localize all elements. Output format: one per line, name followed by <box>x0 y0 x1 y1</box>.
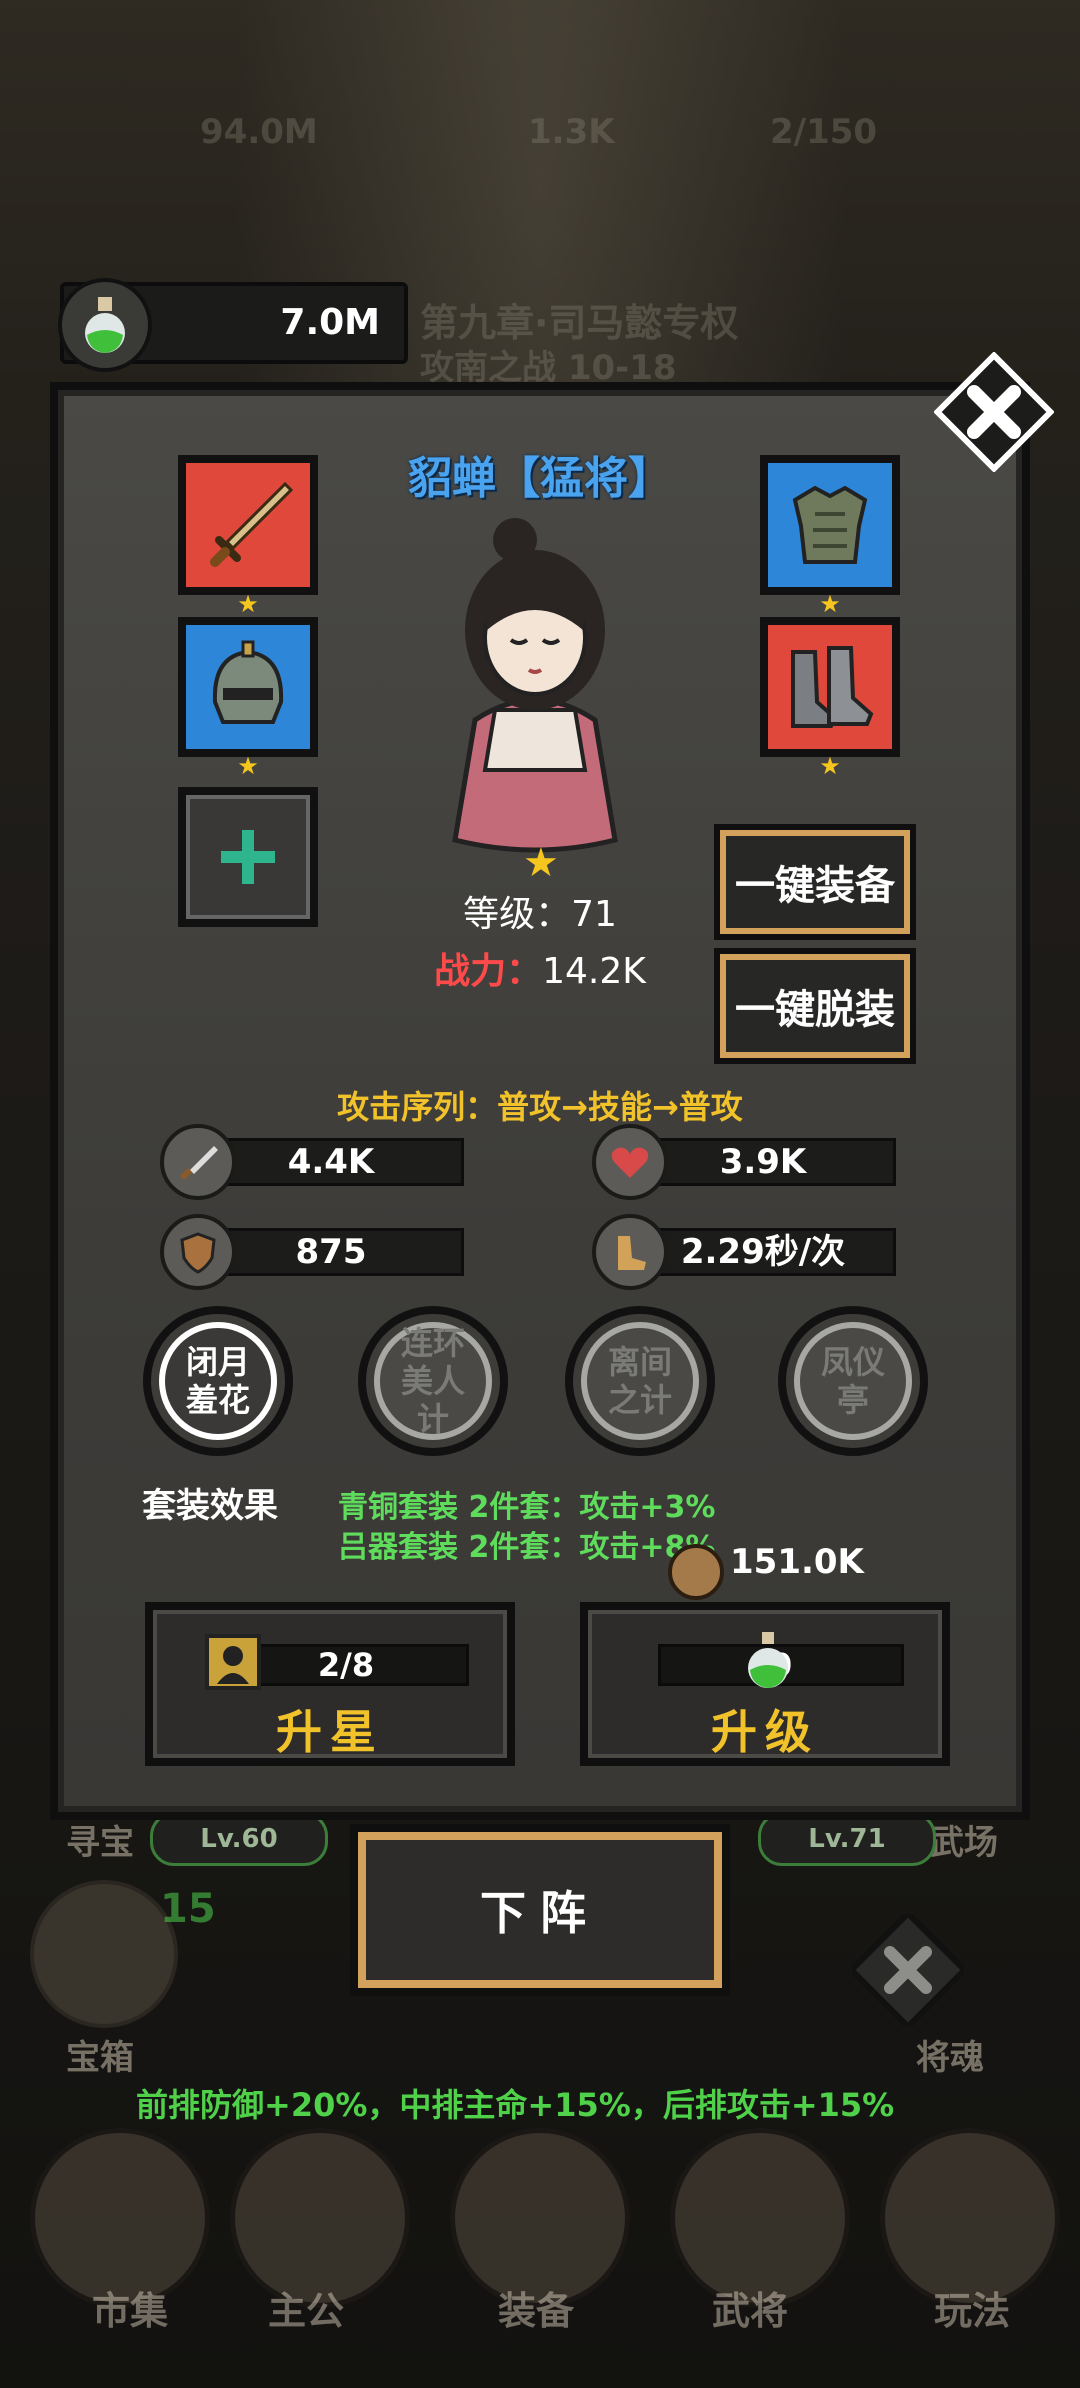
hero-power: 战力：14.2K <box>380 942 700 994</box>
level-up-button[interactable]: 0 升级 <box>580 1602 950 1766</box>
skill-1[interactable]: 闭月 羞花 <box>143 1306 293 1456</box>
bg-arena-label: 武场 <box>930 1823 998 1863</box>
unequip-all-button[interactable]: 一键脱装 <box>714 948 916 1064</box>
weapon-slot[interactable]: ★ <box>178 455 318 617</box>
chest-count: 15 <box>160 1886 216 1932</box>
close-icon <box>933 351 1055 473</box>
set-effect-line-1: 青铜套装 2件套：攻击+3% <box>338 1490 716 1525</box>
bg-treasure-label: 寻宝 <box>66 1823 134 1863</box>
attack-sequence: 攻击序列：普攻→技能→普攻 <box>337 1088 743 1126</box>
nav-market[interactable]: 市集 <box>50 2280 210 2335</box>
potion-icon <box>58 278 152 372</box>
sword-icon <box>210 481 294 567</box>
close-button[interactable] <box>933 351 1055 473</box>
potion-value: 7.0M <box>280 302 380 343</box>
formation-bonus: 前排防御+20%，中排主命+15%，后排攻击+15% <box>136 2086 895 2124</box>
bg-level-right: Lv.71 <box>758 1812 936 1866</box>
bg-level-left: Lv.60 <box>150 1812 328 1866</box>
defense-stat: 875 <box>160 1214 464 1290</box>
star-icon: ★ <box>819 752 841 780</box>
nav-play[interactable]: 玩法 <box>892 2280 1052 2335</box>
nav-lord[interactable]: 主公 <box>226 2280 386 2335</box>
hp-stat: 3.9K <box>592 1124 896 1200</box>
helmet-slot[interactable]: ★ <box>178 617 318 779</box>
power-value: 14.2K <box>542 951 646 992</box>
boots-icon <box>791 646 874 728</box>
plus-icon <box>221 830 275 884</box>
heart-icon <box>592 1124 668 1200</box>
boots-slot[interactable]: ★ <box>760 617 900 779</box>
helmet-icon <box>212 640 284 724</box>
skill-3[interactable]: 离间 之计 <box>565 1306 715 1456</box>
hero-name: 貂蝉【猛将】 <box>408 453 672 504</box>
attack-value: 4.4K <box>198 1138 464 1186</box>
skill-2[interactable]: 连环 美人 计 <box>358 1306 508 1456</box>
bg-close-icon[interactable] <box>847 1909 969 2031</box>
hero-shard-icon <box>203 1632 263 1692</box>
hp-value: 3.9K <box>630 1138 896 1186</box>
speed-stat: 2.29秒/次 <box>592 1214 896 1290</box>
sword-stat-icon <box>160 1124 236 1200</box>
accessory-slot-empty[interactable] <box>178 787 318 927</box>
potion-material-icon <box>738 1630 798 1690</box>
power-label: 战力： <box>434 951 543 992</box>
star-icon: ★ <box>819 590 841 618</box>
armor-icon <box>792 485 868 564</box>
skill-4[interactable]: 凤仪 亭 <box>778 1306 928 1456</box>
boot-speed-icon <box>592 1214 668 1290</box>
attack-stat: 4.4K <box>160 1124 464 1200</box>
set-effect-line-2: 吕器套装 2件套：攻击+8% <box>338 1530 716 1565</box>
star-up-label: 升星 <box>276 1705 384 1759</box>
armor-slot[interactable]: ★ <box>760 455 900 617</box>
hero-level: 等级：71 <box>463 894 617 935</box>
leave-formation-button[interactable]: 下阵 <box>350 1824 730 1996</box>
soul-label: 将魂 <box>916 2038 984 2078</box>
defense-value: 875 <box>198 1228 464 1276</box>
chest-icon[interactable] <box>30 1880 178 2028</box>
nav-general[interactable]: 武将 <box>670 2280 830 2335</box>
hero-portrait: ★ <box>415 510 655 886</box>
skill-4-label: 凤仪 亭 <box>794 1322 912 1440</box>
skill-2-label: 连环 美人 计 <box>374 1322 492 1440</box>
hero-star-icon: ★ <box>523 840 559 886</box>
coin-value: 151.0K <box>730 1542 864 1582</box>
equip-all-button[interactable]: 一键装备 <box>714 824 916 940</box>
coin-icon <box>668 1544 724 1600</box>
shield-icon <box>160 1214 236 1290</box>
skill-3-label: 离间 之计 <box>581 1322 699 1440</box>
set-effect-label: 套装效果 <box>142 1486 278 1526</box>
speed-value: 2.29秒/次 <box>630 1228 896 1276</box>
star-up-button[interactable]: 2/8 升星 <box>145 1602 515 1766</box>
star-icon: ★ <box>237 752 259 780</box>
star-icon: ★ <box>237 590 259 618</box>
potion-resource: 7.0M <box>58 278 408 372</box>
nav-equipment[interactable]: 装备 <box>456 2280 616 2335</box>
skill-1-label: 闭月 羞花 <box>159 1322 277 1440</box>
chest-label: 宝箱 <box>66 2038 134 2078</box>
level-up-label: 升级 <box>711 1705 819 1759</box>
